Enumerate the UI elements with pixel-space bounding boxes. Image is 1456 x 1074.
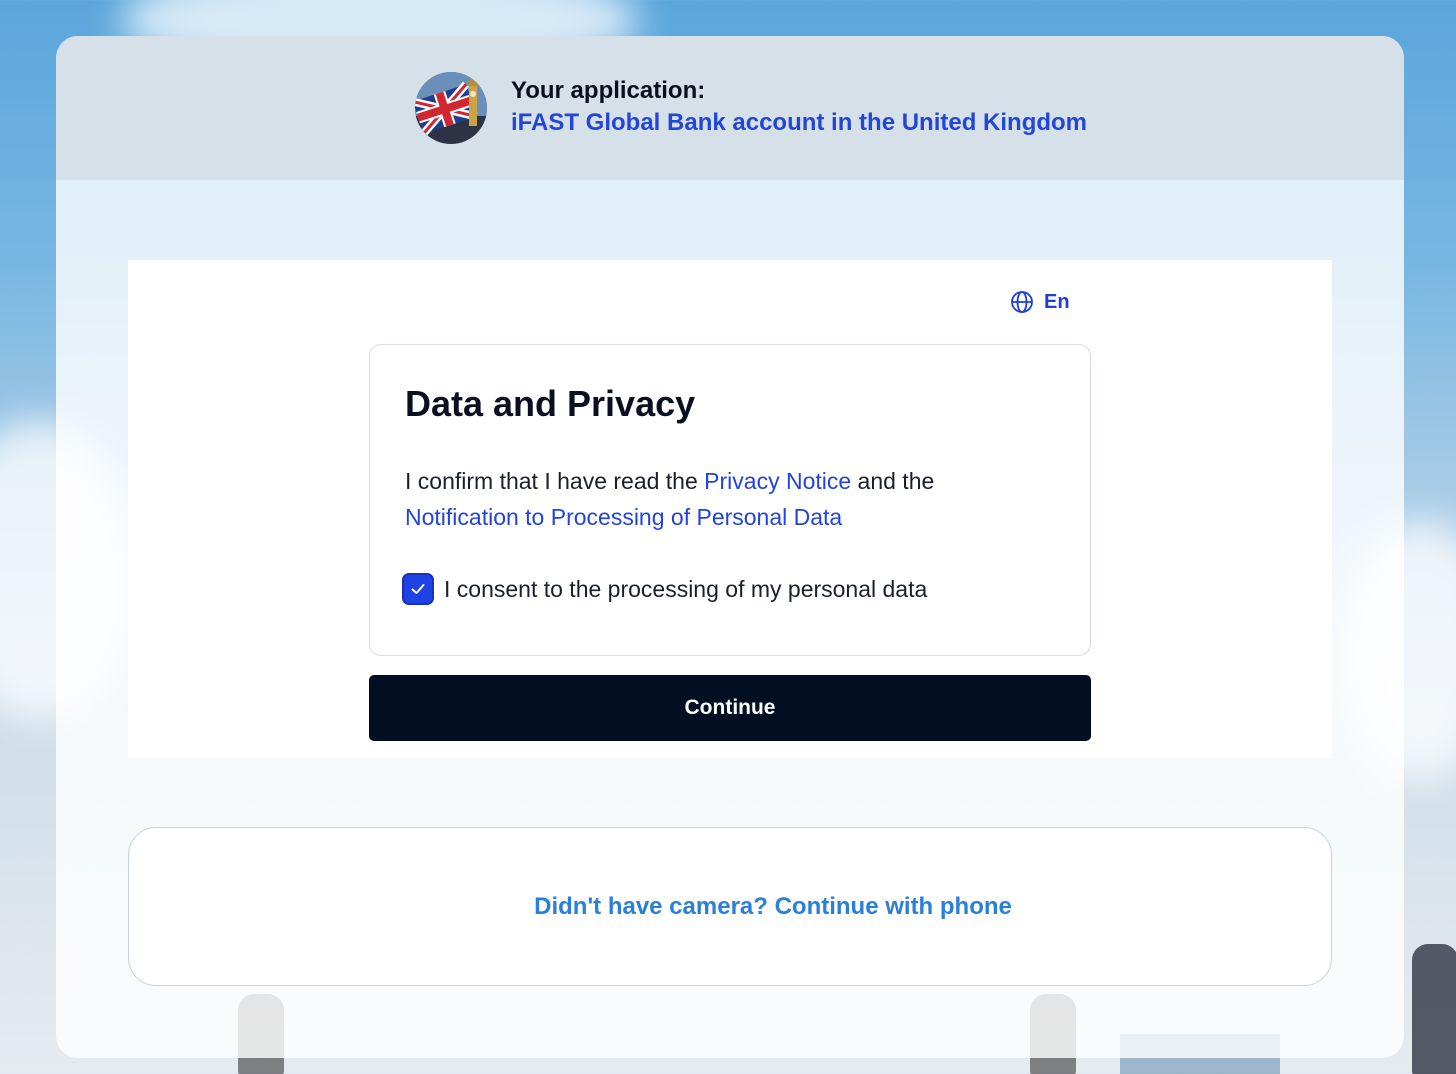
confirm-prefix: I confirm that I have read the [405,468,698,494]
consent-panel: En Data and Privacy I confirm that I hav… [128,260,1332,758]
application-window: Your application: iFAST Global Bank acco… [56,36,1404,1058]
notification-link[interactable]: Notification to Processing of Personal D… [405,504,842,530]
consent-checkbox-row[interactable]: I consent to the processing of my person… [402,573,927,605]
language-label: En [1044,290,1070,313]
privacy-notice-link[interactable]: Privacy Notice [704,468,851,494]
consent-checkbox[interactable] [402,573,434,605]
continue-with-phone-link[interactable]: Didn't have camera? Continue with phone [534,893,1012,921]
application-name: iFAST Global Bank account in the United … [511,109,1088,136]
language-selector[interactable]: En [1010,289,1070,315]
phone-option-box: Didn't have camera? Continue with phone [128,827,1332,986]
background-lamp [1412,944,1456,1074]
application-label: Your application: [511,77,706,104]
globe-icon [1010,290,1034,314]
consent-label: I consent to the processing of my person… [444,575,928,602]
confirm-middle: and the [857,468,935,494]
continue-button[interactable]: Continue [369,675,1091,741]
confirm-statement: I confirm that I have read the Privacy N… [405,463,1025,535]
checkmark-icon [411,584,425,594]
uk-flag-big-ben-icon [415,72,487,144]
application-header: Your application: iFAST Global Bank acco… [56,36,1404,180]
card-title: Data and Privacy [405,383,696,424]
data-privacy-card: Data and Privacy I confirm that I have r… [369,344,1091,656]
